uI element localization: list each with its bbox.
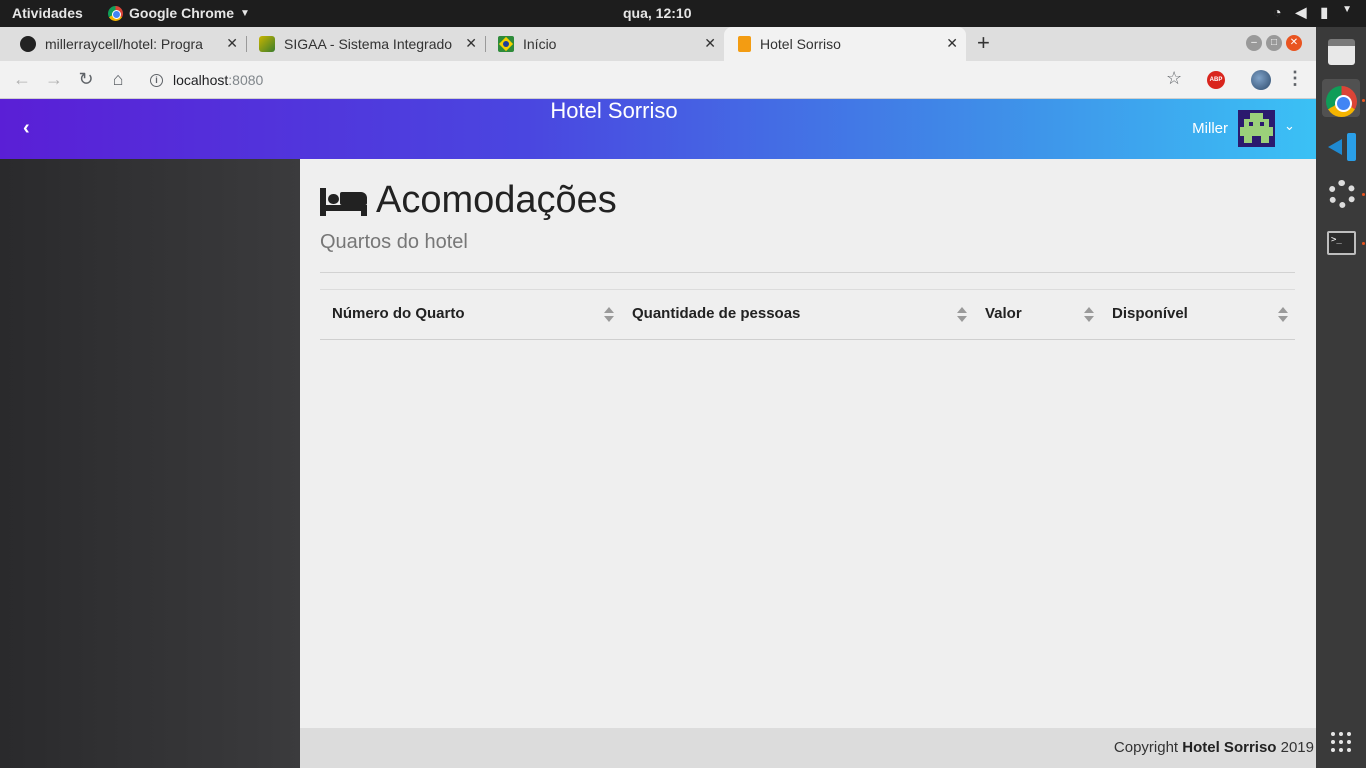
system-tray[interactable]: ◔ ◀ ▮ ▼ (1273, 4, 1352, 21)
sort-icon (604, 307, 614, 323)
new-tab-button[interactable]: + (977, 30, 990, 56)
minimize-button[interactable]: – (1246, 35, 1262, 51)
browser-toolbar: ← → ↻ ⌂ i localhost :8080 ☆ ABP ⋮ (0, 61, 1316, 99)
chevron-down-icon: ▼ (1342, 4, 1352, 15)
main-content: Acomodações Quartos do hotel Número do Q… (300, 159, 1316, 728)
close-icon[interactable]: ✕ (704, 35, 716, 52)
column-header-label: Disponível (1112, 305, 1188, 322)
browser-menu-icon[interactable]: ⋮ (1286, 68, 1304, 89)
column-header-available[interactable]: Disponível (1112, 290, 1289, 340)
divider (320, 272, 1295, 273)
column-header-label: Número do Quarto (332, 305, 465, 322)
running-indicator (1362, 193, 1365, 196)
adblock-plus-icon[interactable]: ABP (1207, 71, 1225, 89)
activities-button[interactable]: Atividades (12, 5, 83, 21)
running-indicator (1362, 99, 1365, 102)
page-subtitle: Quartos do hotel (320, 231, 468, 253)
app-header: ‹ Hotel Sorriso Miller ⌄ (0, 99, 1316, 159)
page-title-text: Acomodações (376, 179, 617, 221)
info-icon[interactable]: i (150, 73, 163, 87)
page-title: Acomodações (320, 179, 617, 222)
sigaa-icon (259, 36, 275, 52)
system-top-panel: Atividades Google Chrome ▼ qua, 12:10 ◔ … (0, 0, 1366, 27)
window-controls: – □ ✕ (1246, 35, 1302, 51)
bed-icon (320, 186, 367, 216)
user-name[interactable]: Miller (1192, 120, 1228, 137)
browser-tab-github[interactable]: millerraycell/hotel: Progra ✕ (6, 27, 246, 61)
tab-title: SIGAA - Sistema Integrado (284, 36, 453, 52)
app-menu[interactable]: Google Chrome ▼ (108, 5, 250, 21)
tab-title: Hotel Sorriso (760, 36, 841, 52)
extension-globe-icon[interactable] (1251, 70, 1271, 90)
bookmark-star-icon[interactable]: ☆ (1166, 68, 1182, 89)
maximize-button[interactable]: □ (1266, 35, 1282, 51)
app-menu-label: Google Chrome (129, 5, 235, 21)
wifi-icon: ◔ (1273, 4, 1282, 20)
browser-tab-strip: millerraycell/hotel: Progra ✕ SIGAA - Si… (0, 27, 1316, 61)
system-clock[interactable]: qua, 12:10 (623, 5, 691, 21)
github-icon (20, 36, 36, 52)
volume-icon: ◀ (1295, 4, 1307, 20)
column-header-label: Quantidade de pessoas (632, 305, 801, 322)
column-header-label: Valor (985, 305, 1022, 322)
terminal-icon[interactable]: >_ (1327, 231, 1356, 255)
browser-tab-sigaa[interactable]: SIGAA - Sistema Integrado ✕ (245, 27, 485, 61)
column-header-price[interactable]: Valor (985, 290, 1095, 340)
close-icon[interactable]: ✕ (226, 35, 238, 52)
address-bar[interactable]: i localhost :8080 (140, 65, 1190, 95)
avatar[interactable] (1238, 110, 1275, 147)
rooms-table: Número do Quarto Quantidade de pessoas V… (320, 289, 1295, 340)
copyright-text: Copyright Hotel Sorriso 2019 (1114, 739, 1314, 756)
close-window-button[interactable]: ✕ (1286, 35, 1302, 51)
home-icon[interactable]: ⌂ (108, 69, 128, 89)
forward-arrow-icon[interactable]: → (44, 69, 64, 89)
url-port: :8080 (228, 72, 264, 88)
app-footer: Copyright Hotel Sorriso 2019 (300, 728, 1316, 768)
chevron-down-icon: ▼ (240, 7, 250, 19)
show-applications-icon[interactable] (1331, 732, 1351, 752)
reload-icon[interactable]: ↻ (76, 69, 96, 89)
copyright-year: 2019 (1276, 739, 1314, 756)
vscode-icon[interactable] (1328, 133, 1356, 161)
app-brand: Hotel Sorriso (550, 98, 678, 123)
sort-icon (957, 307, 967, 323)
settings-icon[interactable] (1328, 180, 1356, 208)
sidebar (0, 159, 300, 768)
back-arrow-icon[interactable]: ← (12, 69, 32, 89)
files-icon[interactable] (1328, 39, 1355, 65)
chrome-icon (108, 5, 123, 21)
url-host: localhost (173, 72, 229, 88)
copyright-prefix: Copyright (1113, 739, 1183, 756)
tab-title: millerraycell/hotel: Progra (45, 36, 203, 52)
sort-icon (1278, 307, 1288, 323)
sort-icon (1084, 307, 1094, 323)
running-indicator (1362, 242, 1365, 245)
browser-tab-hotel-sorriso[interactable]: Hotel Sorriso ✕ (724, 27, 966, 61)
close-icon[interactable]: ✕ (465, 35, 477, 52)
browser-tab-inicio[interactable]: Início ✕ (484, 27, 724, 61)
chrome-icon[interactable] (1326, 86, 1357, 117)
close-icon[interactable]: ✕ (946, 35, 958, 52)
hotel-icon (738, 36, 751, 52)
chevron-down-icon[interactable]: ⌄ (1284, 118, 1295, 134)
tab-title: Início (523, 36, 557, 52)
column-header-room-number[interactable]: Número do Quarto (332, 290, 615, 340)
copyright-brand: Hotel Sorriso (1182, 739, 1277, 756)
brazil-flag-icon (498, 36, 514, 52)
column-header-guest-count[interactable]: Quantidade de pessoas (632, 290, 968, 340)
battery-icon: ▮ (1320, 4, 1329, 20)
ubuntu-dock: >_ (1316, 27, 1366, 768)
